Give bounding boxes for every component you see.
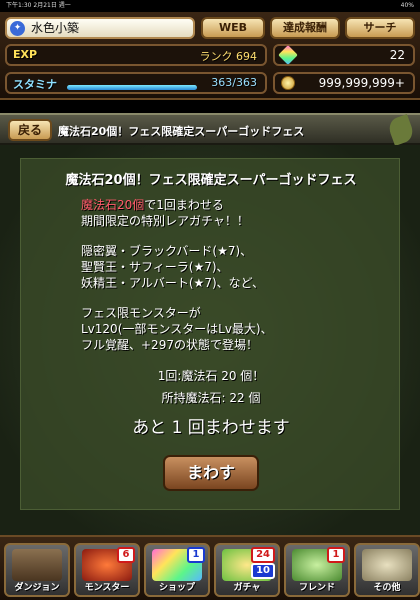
gacha-info-panel: 魔法石20個！フェス限確定スーパーゴッドフェス 魔法石20個で1回まわせる 期間… — [20, 158, 400, 510]
info-line-6: フェス限モンスターが — [81, 306, 201, 320]
coin-counter: 999,999,999+ — [273, 72, 415, 94]
shop-badge: 1 — [187, 547, 205, 563]
info-line-1-rest: で1回まわせる — [144, 198, 224, 212]
exp-row: EXP ランク 694 — [5, 44, 267, 66]
owned-stones: 所持魔法石: 22 個 — [161, 391, 261, 405]
status-time: 下午1:30 — [6, 2, 32, 9]
nav-other-label: その他 — [373, 583, 401, 593]
status-date: 2月21日 週一 — [33, 2, 71, 9]
monster-badge: 6 — [117, 547, 135, 563]
magic-stone-icon — [278, 45, 298, 65]
leaf-ornament-icon — [386, 114, 416, 146]
achievements-button[interactable]: 達成報酬 — [270, 17, 340, 39]
coin-count: 999,999,999+ — [318, 76, 405, 90]
player-header: ✦ 水色小築 WEB 達成報酬 サーチ EXP ランク 694 22 スタミナ … — [0, 12, 420, 100]
nav-monster[interactable]: 6 モンスター — [74, 543, 140, 597]
featured-monster-2: 聖賢王・サフィーラ(★7)、 — [81, 260, 229, 274]
rank-value: ランク 694 — [199, 50, 258, 63]
nav-gacha[interactable]: 24 10 ガチャ — [214, 543, 280, 597]
nav-friend[interactable]: 1 フレンド — [284, 543, 350, 597]
player-badge-icon: ✦ — [10, 21, 25, 36]
nav-gacha-label: ガチャ — [233, 583, 261, 593]
back-button[interactable]: 戻る — [8, 119, 52, 141]
friend-badge: 1 — [327, 547, 345, 563]
panel-title: 魔法石20個！フェス限確定スーパーゴッドフェス — [65, 173, 357, 188]
info-line-8: フル覚醒、+297の状態で登場！ — [81, 338, 258, 352]
web-button[interactable]: WEB — [201, 17, 265, 39]
magic-stone-counter: 22 — [273, 44, 415, 66]
spin-button[interactable]: まわす — [163, 455, 259, 491]
nav-dungeon[interactable]: ダンジョン — [4, 543, 70, 597]
featured-monster-3: 妖精王・アルバート(★7)、など、 — [81, 276, 265, 290]
nav-friend-label: フレンド — [298, 583, 335, 593]
gacha-title: 魔法石20個！フェス限確定スーパーゴッドフェス — [58, 125, 305, 138]
info-line-7: Lv120(一部モンスターはLv最大)、 — [81, 322, 273, 336]
player-name-box[interactable]: ✦ 水色小築 — [5, 17, 195, 39]
featured-monster-1: 隠密翼・ブラックバード(★7)、 — [81, 244, 253, 258]
bottom-nav: ダンジョン 6 モンスター 1 ショップ 24 10 ガチャ 1 フレンド その… — [0, 535, 420, 600]
coin-icon — [281, 76, 295, 90]
nav-shop-label: ショップ — [158, 583, 195, 593]
battery-indicator: 40% — [400, 2, 414, 9]
remaining-spins: あと 1 回まわせます — [132, 418, 290, 438]
cost-per-spin: 1回:魔法石 20 個！ — [157, 369, 265, 383]
status-time-date: 下午1:30 2月21日 週一 — [6, 0, 71, 12]
player-name: 水色小築 — [31, 21, 80, 35]
exp-label: EXP — [13, 48, 38, 61]
magic-stone-count: 22 — [389, 48, 405, 62]
stamina-bar-fill — [67, 85, 197, 90]
stamina-label: スタミナ — [13, 78, 57, 91]
gacha-badge-secondary: 10 — [251, 563, 275, 579]
info-line-1: 魔法石20個で1回まわせる — [81, 197, 224, 213]
gacha-badge: 24 — [251, 547, 275, 563]
nav-monster-label: モンスター — [84, 583, 130, 593]
info-line-2: 期間限定の特別レアガチャ！！ — [81, 214, 249, 228]
other-ring-icon — [362, 549, 412, 581]
gacha-title-bar: 戻る 魔法石20個！フェス限確定スーパーゴッドフェス — [0, 113, 420, 146]
stamina-value: 363/363 — [211, 76, 257, 89]
cost-highlight: 魔法石20個 — [81, 198, 145, 212]
search-button[interactable]: サーチ — [345, 17, 415, 39]
nav-other[interactable]: その他 — [354, 543, 420, 597]
status-bar: 下午1:30 2月21日 週一 40% — [0, 0, 420, 12]
stamina-row: スタミナ 363/363 — [5, 72, 267, 94]
dungeon-gate-icon — [12, 549, 62, 581]
nav-shop[interactable]: 1 ショップ — [144, 543, 210, 597]
nav-dungeon-label: ダンジョン — [14, 583, 60, 593]
stamina-bar — [67, 85, 197, 90]
